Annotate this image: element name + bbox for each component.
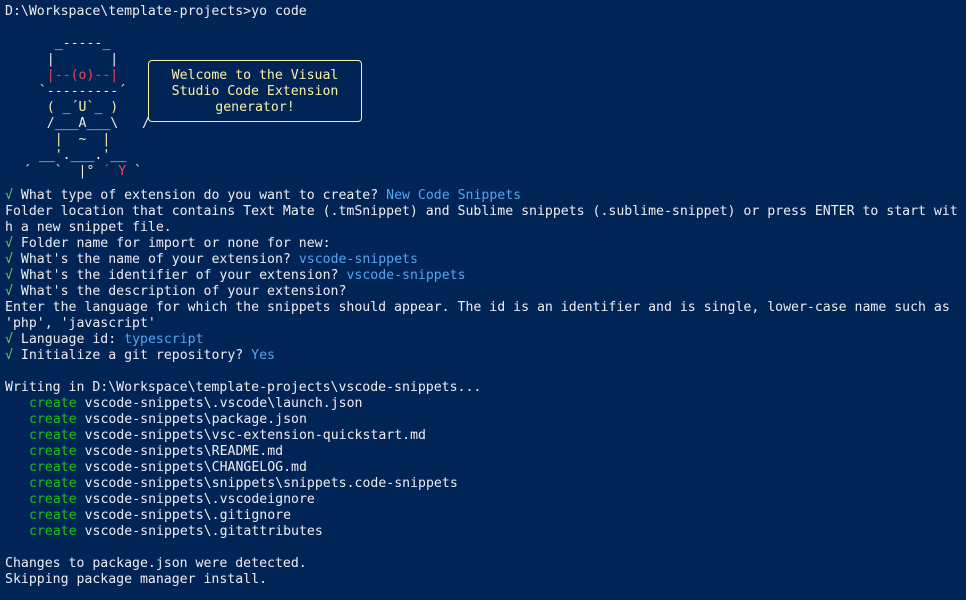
welcome-text: Welcome to the Visual [171,68,339,83]
changes-detected-text: Changes to package.json were detected. [5,556,307,571]
question-text: What's the identifier of your extension? [20,268,339,283]
created-file-row: create vscode-snippets\snippets\snippets… [5,476,966,492]
check-mark-icon: √ [5,332,13,347]
language-info-text: Enter the language for which the snippet… [5,300,950,315]
file-path: vscode-snippets\README.md [84,444,284,459]
answer-text: typescript [124,332,204,347]
mascot-row: | | [15,52,143,67]
file-path: vscode-snippets\package.json [84,412,307,427]
create-label: create [29,428,77,443]
yeoman-banner: _-----_ | | |--(o)--| `---------´ ( _´U`… [5,36,966,188]
folder-info-text: h a new snippet file. [5,220,172,235]
question-text: What type of extension do you want to cr… [20,188,379,203]
mascot-row: ´ ` |° ´ Y ` [15,164,150,180]
created-file-row: create vscode-snippets\.gitignore [5,508,966,524]
mascot-feet: ` [134,164,151,179]
answer-text: New Code Snippets [386,188,522,203]
question-text: What's the name of your extension? [20,252,291,267]
mascot-row: |--(o)--| [15,68,143,83]
answer-extension-identifier: √ What's the identifier of your extensio… [5,268,966,284]
welcome-speech-bubble: Welcome to the Visual Studio Code Extens… [148,60,362,122]
yeoman-mascot-icon: _-----_ | | |--(o)--| `---------´ ( _´U`… [15,36,150,180]
answer-language-id: √ Language id: typescript [5,332,966,348]
folder-info-text: Folder location that contains Text Mate … [5,204,958,219]
mascot-row: ( _´U`_ ) [15,100,143,115]
check-mark-icon: √ [5,236,13,251]
terminal-window[interactable]: D:\Workspace\template-projects>yo code _… [0,0,966,600]
file-path: vscode-snippets\vsc-extension-quickstart… [84,428,426,443]
question-text: What's the description of your extension… [20,284,347,299]
create-label: create [29,396,77,411]
mascot-row: | ~ | [15,132,143,147]
created-file-row: create vscode-snippets\.gitattributes [5,524,966,540]
mascot-row: __'.___.'__ [15,148,143,163]
created-file-row: create vscode-snippets\README.md [5,444,966,460]
mascot-row: /___A___\ / [15,116,150,131]
created-file-row: create vscode-snippets\.vscode\launch.js… [5,396,966,412]
check-mark-icon: √ [5,252,13,267]
mascot-feet: ´ Y [102,164,135,179]
mascot-feet: ´ ` | [15,164,87,179]
language-info-text: 'php', 'javascript' [5,316,156,331]
create-label: create [29,444,77,459]
mascot-row: _-----_ [15,36,143,51]
answer-text: vscode-snippets [346,268,466,283]
check-mark-icon: √ [5,348,13,363]
file-path: vscode-snippets\.gitignore [84,508,292,523]
create-label: create [29,492,77,507]
question-text: Language id: [20,332,117,347]
file-path: vscode-snippets\CHANGELOG.md [84,460,307,475]
check-mark-icon: √ [5,284,13,299]
check-mark-icon: √ [5,188,13,203]
welcome-text: generator! [215,100,295,115]
answer-folder-name: √ Folder name for import or none for new… [5,236,966,252]
answer-extension-type: √ What type of extension do you want to … [5,188,966,204]
create-label: create [29,412,77,427]
create-label: create [29,460,77,475]
welcome-text: Studio Code Extension [171,84,339,99]
file-path: vscode-snippets\.vscodeignore [84,492,315,507]
file-path: vscode-snippets\.gitattributes [84,524,323,539]
command-prompt: D:\Workspace\template-projects>yo code [5,4,307,19]
create-label: create [29,476,77,491]
skipping-install-text: Skipping package manager install. [5,572,268,587]
question-text: Initialize a git repository? [20,348,244,363]
question-text: Folder name for import or none for new: [20,236,331,251]
answer-git-init: √ Initialize a git repository? Yes [5,348,966,364]
check-mark-icon: √ [5,268,13,283]
created-file-row: create vscode-snippets\CHANGELOG.md [5,460,966,476]
file-path: vscode-snippets\.vscode\launch.json [84,396,363,411]
create-label: create [29,508,77,523]
created-file-list: create vscode-snippets\.vscode\launch.js… [5,396,966,540]
created-file-row: create vscode-snippets\.vscodeignore [5,492,966,508]
answer-text: Yes [251,348,275,363]
create-label: create [29,524,77,539]
mascot-row: `---------´ [15,84,143,99]
answer-extension-name: √ What's the name of your extension? vsc… [5,252,966,268]
created-file-row: create vscode-snippets\vsc-extension-qui… [5,428,966,444]
writing-status: Writing in D:\Workspace\template-project… [5,380,482,395]
answer-text: vscode-snippets [298,252,418,267]
answer-extension-description: √ What's the description of your extensi… [5,284,966,300]
mascot-feet: ° [86,164,103,179]
file-path: vscode-snippets\snippets\snippets.code-s… [84,476,458,491]
created-file-row: create vscode-snippets\package.json [5,412,966,428]
